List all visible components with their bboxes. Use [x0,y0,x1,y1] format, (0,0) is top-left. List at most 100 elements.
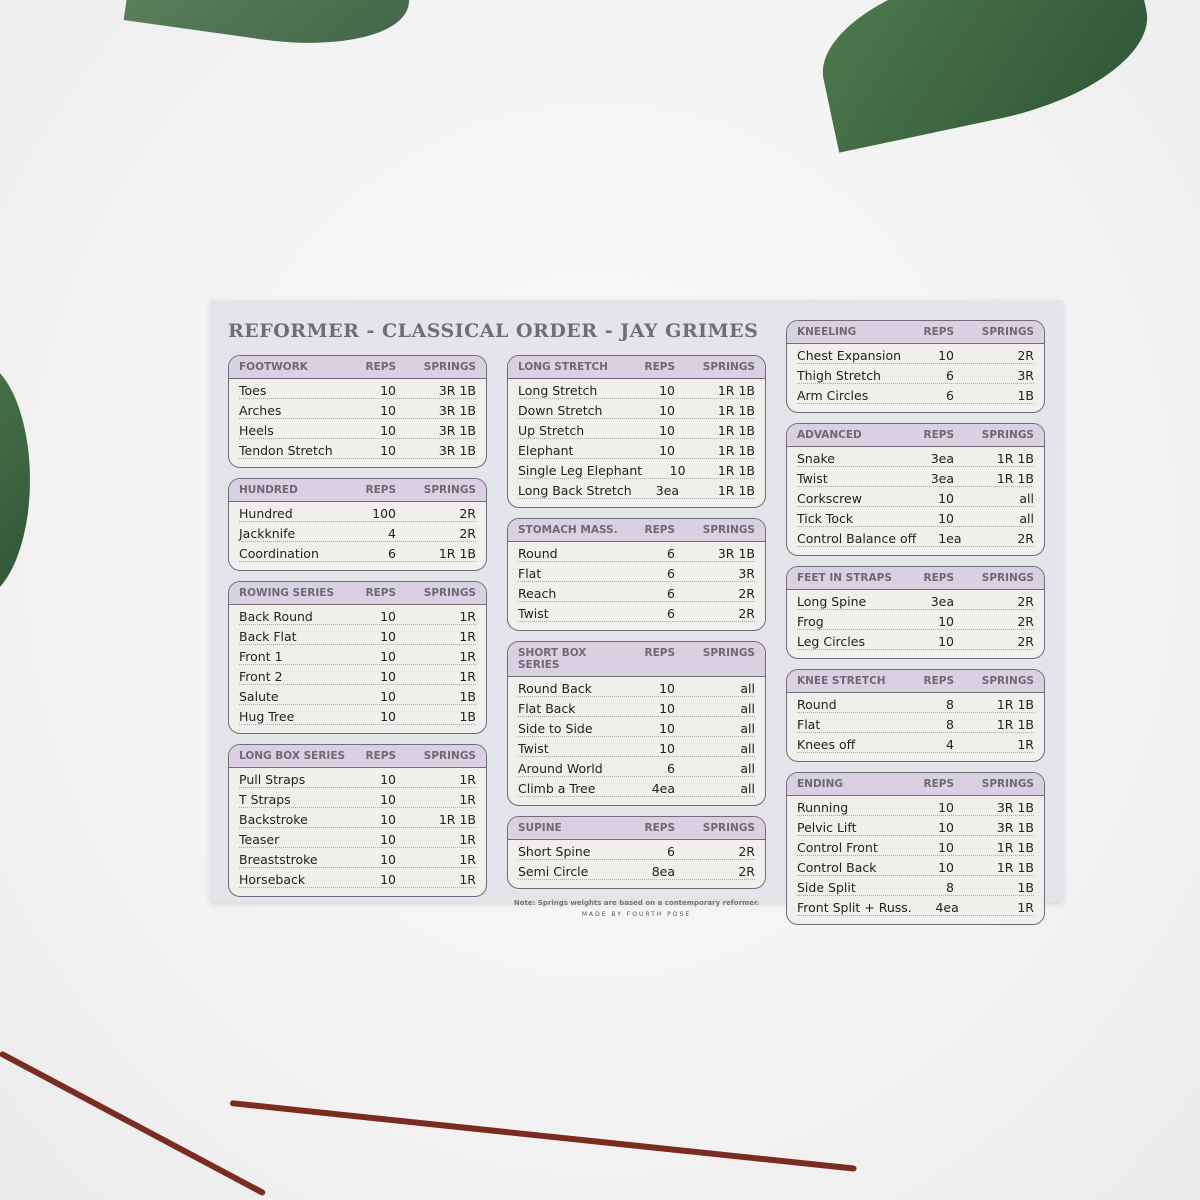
reps-value: 6 [667,606,675,621]
exercise-name: Control Balance off [797,531,917,546]
exercise-row: Arches 10 3R 1B [239,399,476,419]
header-r: REPS [923,675,954,687]
reps-value: 10 [380,832,396,847]
springs-value: all [740,721,755,736]
header-s: SPRINGS [423,361,476,373]
exercise-name: Short Spine [518,844,591,859]
reps-value: 10 [380,772,396,787]
exercise-name: Salute [239,689,279,704]
exercise-name: Round [797,697,837,712]
header-n: SHORT BOX SERIES [518,647,587,671]
reps-value: 100 [372,506,396,521]
reps-value: 10 [938,511,954,526]
springs-value: 1R 1B [438,546,476,561]
exercise-name: Long Back Stretch [518,483,632,498]
column-3: KNEELING REPS SPRINGS Chest Expansion 10 2R Th… [786,320,1045,935]
exercise-name: Long Spine [797,594,867,609]
reps-value: 10 [669,463,686,478]
exercise-row: Knees off 4 1R [797,733,1034,753]
springs-value: all [740,741,755,756]
springs-value: 2R [1017,531,1034,546]
reps-value: 10 [659,403,675,418]
springs-value: 2R [738,606,755,621]
section-advanced: ADVANCED REPS SPRINGS Snake 3ea 1R 1B Twist 3ea… [786,423,1045,556]
header-s: SPRINGS [981,326,1034,338]
footnote: Note: Springs weights are based on a con… [513,899,760,907]
springs-value: 1R 1B [717,383,755,398]
header-n: FEET IN STRAPS [797,572,892,584]
exercise-name: Running [797,800,849,815]
reps-value: 10 [938,840,954,855]
reps-value: 6 [667,586,675,601]
exercise-row: Long Stretch 10 1R 1B [518,379,755,399]
header-r: REPS [923,429,954,441]
exercise-row: Round 8 1R 1B [797,693,1034,713]
branch-decoration [0,1050,267,1197]
section-knee-stretch: KNEE STRETCH REPS SPRINGS Round 8 1R 1B Flat 8 1… [786,669,1045,762]
exercise-name: Arm Circles [797,388,869,403]
header-r: REPS [365,587,396,599]
springs-value: 1R [459,872,476,887]
springs-value: 1R [459,852,476,867]
reps-value: 10 [380,423,396,438]
header-s: SPRINGS [702,361,755,373]
springs-value: 1R [459,609,476,624]
exercise-name: Round Back [518,681,592,696]
exercise-name: Down Stretch [518,403,603,418]
reps-value: 4 [946,737,954,752]
exercise-name: Back Flat [239,629,297,644]
reps-value: 10 [659,741,675,756]
header-n: STOMACH MASS. [518,524,618,536]
springs-value: 3R 1B [717,546,755,561]
exercise-name: Single Leg Elephant [518,463,643,478]
header-n: FOOTWORK [239,361,308,373]
reps-value: 3ea [930,451,954,466]
header-r: REPS [644,524,675,536]
exercise-row: Corkscrew 10 all [797,487,1034,507]
header-s: SPRINGS [423,750,476,762]
exercise-row: Short Spine 6 2R [518,840,755,860]
exercise-row: Around World 6 all [518,757,755,777]
exercise-row: Control Front 10 1R 1B [797,836,1034,856]
springs-value: 1R 1B [996,697,1034,712]
reps-value: 4ea [651,781,675,796]
reps-value: 6 [946,368,954,383]
section-header: ROWING SERIES REPS SPRINGS [229,582,486,605]
header-r: REPS [365,361,396,373]
reps-value: 10 [938,614,954,629]
springs-value: 1R 1B [717,483,755,498]
reps-value: 6 [667,844,675,859]
exercise-row: Up Stretch 10 1R 1B [518,419,755,439]
reps-value: 3ea [930,594,954,609]
exercise-row: Long Spine 3ea 2R [797,590,1034,610]
exercise-name: Pelvic Lift [797,820,857,835]
exercise-row: Elephant 10 1R 1B [518,439,755,459]
exercise-row: Hug Tree 10 1B [239,705,476,725]
springs-value: 3R 1B [996,800,1034,815]
exercise-row: Control Balance off 1ea 2R [797,527,1034,547]
springs-value: 1R 1B [996,860,1034,875]
springs-value: 1R [459,772,476,787]
exercise-row: Heels 10 3R 1B [239,419,476,439]
exercise-name: Flat [797,717,821,732]
reps-value: 10 [659,423,675,438]
exercise-row: Back Round 10 1R [239,605,476,625]
springs-value: 1B [459,689,476,704]
exercise-name: Reach [518,586,557,601]
leaf-decoration [0,360,30,600]
reps-value: 10 [659,443,675,458]
exercise-row: Pelvic Lift 10 3R 1B [797,816,1034,836]
exercise-row: Flat 6 3R [518,562,755,582]
section-short-box-series: SHORT BOX SERIES REPS SPRINGS Round Back 10 a… [507,641,766,806]
exercise-row: Hundred 100 2R [239,502,476,522]
exercise-row: Arm Circles 6 1B [797,384,1034,404]
springs-value: all [740,681,755,696]
springs-value: 2R [738,864,755,879]
springs-value: 2R [1017,348,1034,363]
reps-value: 10 [659,701,675,716]
section-header: KNEELING REPS SPRINGS [787,321,1044,344]
springs-value: all [740,781,755,796]
section-long-box-series: LONG BOX SERIES REPS SPRINGS Pull Straps 10 1… [228,744,487,897]
exercise-name: Twist [797,471,828,486]
springs-value: 1R 1B [996,451,1034,466]
